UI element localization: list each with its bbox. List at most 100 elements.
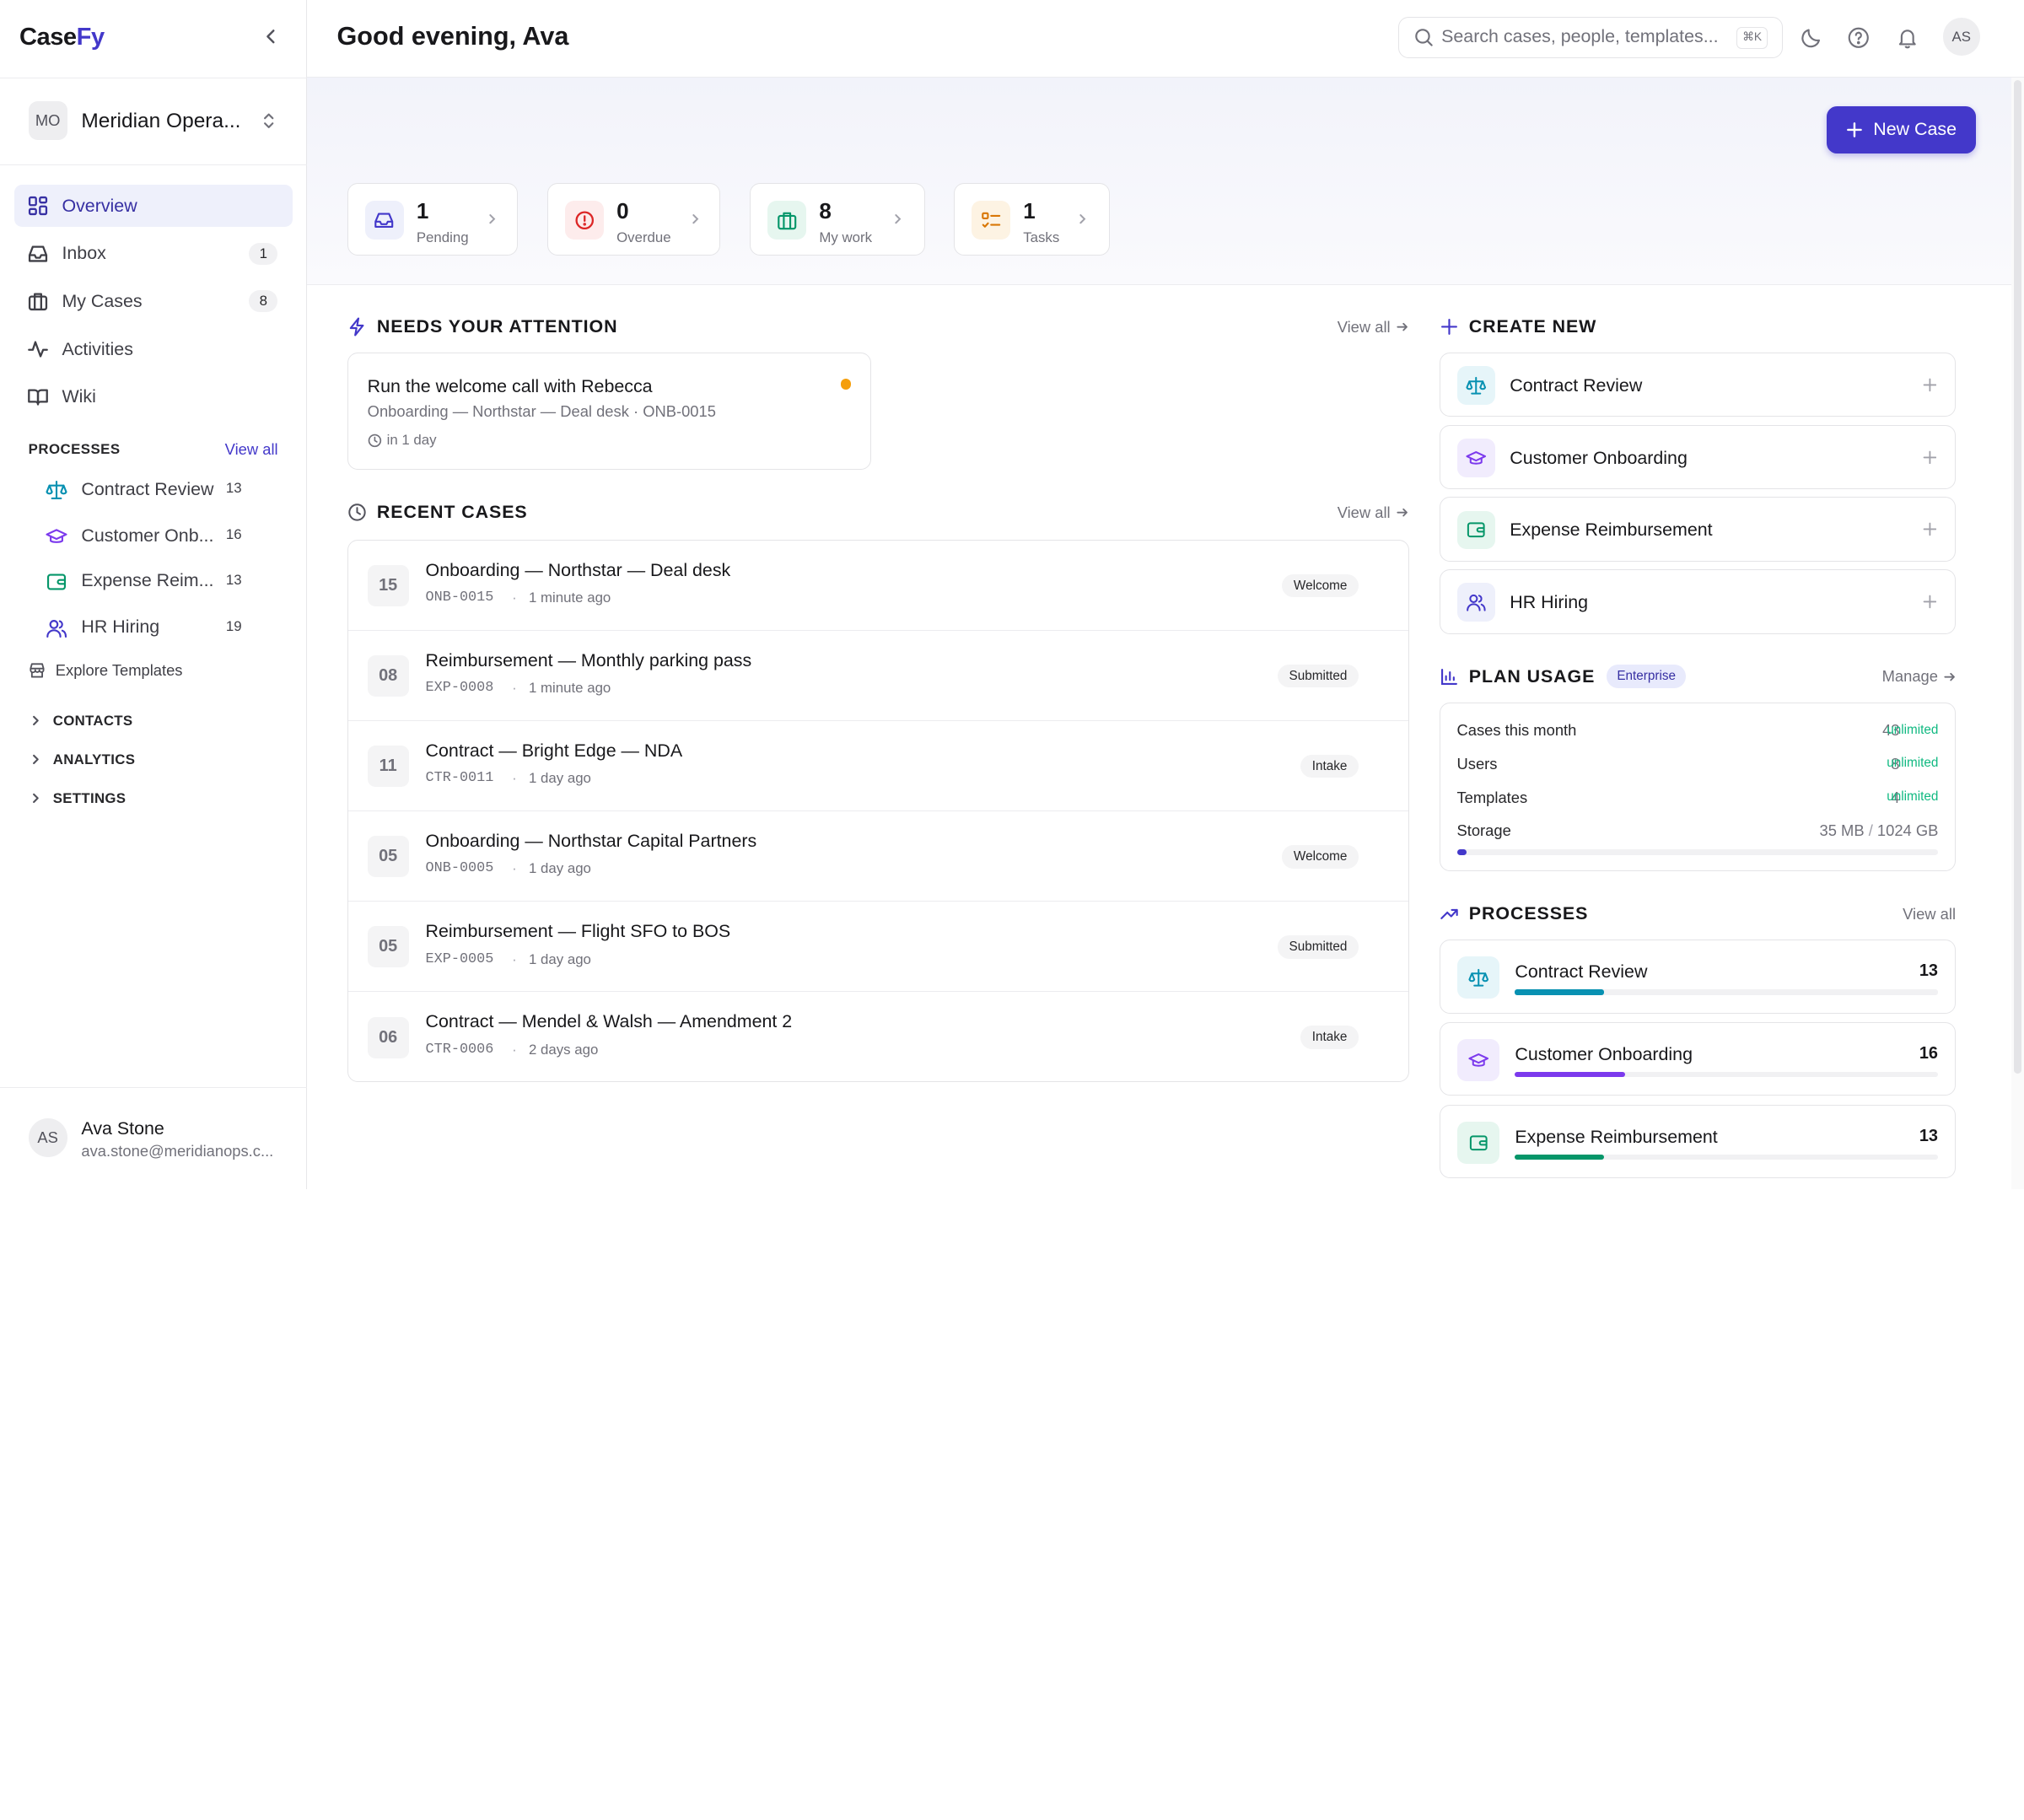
usage-limit: unlimited (1887, 722, 1939, 737)
section-contacts[interactable]: CONTACTS (29, 713, 133, 730)
main-scrollbar[interactable] (2011, 77, 2024, 1189)
case-row[interactable]: 11 Contract — Bright Edge — NDA CTR-0011… (347, 721, 1409, 812)
explore-templates-link[interactable]: Explore Templates (29, 661, 183, 680)
scrollbar-thumb[interactable] (2013, 79, 2021, 1074)
attention-due-label: in 1 day (386, 432, 437, 449)
search-input[interactable] (1441, 25, 1725, 49)
scale-icon (1467, 968, 1488, 987)
chevron-right-icon (1079, 214, 1086, 224)
recent-cases-heading: RECENT CASES (347, 502, 528, 523)
clock-icon (348, 503, 366, 522)
stat-value: 0 (616, 198, 629, 224)
section-settings[interactable]: SETTINGS (29, 790, 126, 807)
create-new-heading: CREATE NEW (1440, 316, 1597, 337)
moon-icon[interactable] (1800, 26, 1823, 50)
chevron-right-icon (895, 214, 902, 224)
plus-icon (1923, 450, 1936, 464)
processes-heading-label: PROCESSES (1468, 903, 1589, 924)
recent-cases-view-all[interactable]: View all (1338, 503, 1408, 522)
attention-card[interactable]: Run the welcome call with Rebecca Onboar… (347, 352, 872, 471)
case-number: 05 (367, 926, 409, 968)
nav-overview[interactable]: Overview (13, 184, 293, 228)
org-switcher[interactable]: MO Meridian Opera... (0, 77, 308, 165)
processes-heading: PROCESSES (1440, 903, 1589, 924)
create-icon-box (1456, 583, 1496, 622)
sidebar-process-customer-onboarding[interactable]: Customer Onb... 16 (29, 516, 280, 555)
bell-icon[interactable] (1896, 26, 1919, 50)
nav-activities[interactable]: Activities (14, 328, 293, 371)
nav-label: Inbox (62, 243, 106, 264)
case-separator: · (512, 589, 517, 606)
sidebar-process-hr-hiring[interactable]: HR Hiring 19 (29, 608, 280, 647)
processes-view-all[interactable]: View all (1903, 905, 1956, 923)
nav-inbox[interactable]: Inbox 1 (14, 233, 293, 276)
usage-row-storage: Storage 35 MB / 1024 GB (1457, 821, 1939, 840)
user-name: Ava Stone (81, 1118, 164, 1139)
chevron-left-icon[interactable] (261, 26, 281, 46)
stat-label: Overdue (616, 229, 671, 245)
sidebar-process-expense-reimbursement[interactable]: Expense Reim... 13 (29, 562, 280, 600)
process-card-customer-onboarding[interactable]: Customer Onboarding 16 (1439, 1022, 1956, 1096)
user-avatar-menu[interactable]: AS (1942, 18, 1980, 56)
case-row[interactable]: 05 Onboarding — Northstar Capital Partne… (347, 811, 1409, 902)
case-updated: 1 day ago (529, 860, 591, 877)
sidebar-process-count: 16 (225, 526, 242, 543)
help-icon[interactable] (1847, 26, 1871, 50)
wallet-icon (46, 573, 66, 590)
priority-dot (840, 379, 852, 390)
user-profile[interactable]: AS Ava Stone ava.stone@meridianops.c... (0, 1086, 308, 1189)
plan-manage-link[interactable]: Manage (1882, 667, 1957, 686)
stat-pending[interactable]: 1 Pending (347, 183, 518, 256)
new-case-label: New Case (1873, 119, 1957, 140)
create-label: Expense Reimbursement (1510, 520, 1713, 541)
nav-my-cases[interactable]: My Cases 8 (14, 280, 293, 323)
stat-tasks[interactable]: 1 Tasks (954, 183, 1111, 256)
usage-label: Templates (1456, 788, 1528, 806)
user-email: ava.stone@meridianops.c... (81, 1142, 274, 1160)
search-box[interactable]: ⌘K (1397, 16, 1783, 58)
case-row[interactable]: 08 Reimbursement — Monthly parking pass … (347, 631, 1409, 722)
case-number: 08 (367, 655, 409, 697)
sidebar-processes-view-all[interactable]: View all (225, 440, 278, 459)
case-title: Onboarding — Northstar Capital Partners (425, 831, 757, 852)
users-icon (1467, 594, 1486, 611)
stat-my-work[interactable]: 8 My work (750, 183, 926, 256)
case-row[interactable]: 06 Contract — Mendel & Walsh — Amendment… (348, 992, 1409, 1080)
manage-label: Manage (1881, 667, 1938, 686)
attention-view-all[interactable]: View all (1338, 318, 1408, 337)
create-label: Customer Onboarding (1510, 447, 1688, 468)
stat-value: 8 (819, 198, 832, 224)
sidebar-process-contract-review[interactable]: Contract Review 13 (29, 470, 280, 509)
plus-icon (1923, 378, 1936, 392)
case-separator: · (512, 770, 517, 787)
scale-icon (1466, 376, 1487, 395)
explore-templates-label: Explore Templates (55, 660, 183, 679)
create-customer-onboarding[interactable]: Customer Onboarding (1439, 424, 1956, 490)
case-title: Contract — Bright Edge — NDA (425, 740, 683, 762)
nav-wiki[interactable]: Wiki (14, 375, 293, 418)
new-case-button[interactable]: New Case (1826, 105, 1977, 154)
case-row[interactable]: 05 Reimbursement — Flight SFO to BOS EXP… (347, 902, 1409, 993)
create-contract-review[interactable]: Contract Review (1439, 352, 1956, 417)
chevron-right-icon (32, 755, 39, 765)
usage-row-users: Users 8 unlimited (1457, 755, 1939, 773)
process-label: Expense Reimbursement (1515, 1126, 1718, 1147)
graduation-cap-icon (1467, 1053, 1488, 1067)
section-analytics[interactable]: ANALYTICS (29, 751, 136, 768)
zap-icon (349, 317, 364, 337)
view-all-label: View all (1903, 904, 1957, 923)
view-all-label: View all (1337, 503, 1391, 521)
case-row[interactable]: 15 Onboarding — Northstar — Deal desk ON… (347, 541, 1409, 631)
process-card-contract-review[interactable]: Contract Review 13 (1439, 940, 1956, 1014)
stat-overdue[interactable]: 0 Overdue (546, 183, 721, 256)
app-logo[interactable]: CaseFy (19, 24, 105, 51)
create-new-heading-label: CREATE NEW (1468, 315, 1597, 337)
case-updated: 1 day ago (529, 950, 591, 967)
org-avatar: MO (28, 101, 67, 141)
case-separator: · (512, 860, 517, 877)
store-icon (30, 663, 45, 678)
case-code: CTR-0006 (425, 1041, 494, 1058)
create-expense-reimbursement[interactable]: Expense Reimbursement (1439, 497, 1956, 562)
create-hr-hiring[interactable]: HR Hiring (1439, 568, 1956, 634)
process-card-expense-reimbursement[interactable]: Expense Reimbursement 13 (1439, 1105, 1956, 1179)
